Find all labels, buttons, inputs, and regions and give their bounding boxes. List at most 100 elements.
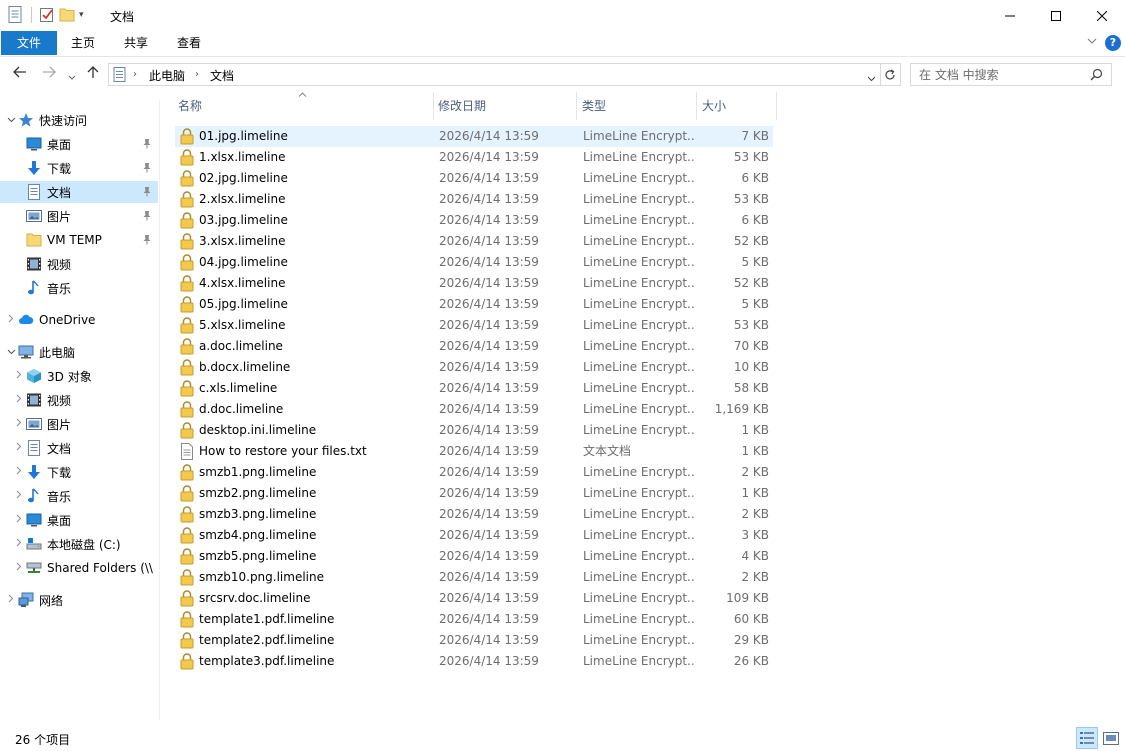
breadcrumb-documents[interactable]: 文档 xyxy=(210,67,234,84)
file-type: LimeLine Encrypt... xyxy=(583,654,695,668)
sidebar-item[interactable]: 3D 对象 xyxy=(0,365,158,387)
file-row[interactable]: c.xls.limeline 2026/4/14 13:59 LimeLine En… xyxy=(175,378,773,399)
large-icons-view-button[interactable] xyxy=(1100,727,1122,749)
collapsed-chevron-icon[interactable] xyxy=(12,442,26,454)
sidebar-item[interactable]: 文档 xyxy=(0,437,158,459)
sidebar-item[interactable]: 快速访问 xyxy=(0,109,158,131)
properties-icon[interactable] xyxy=(39,6,55,24)
sidebar-item[interactable]: 音乐 xyxy=(0,277,158,299)
file-row[interactable]: desktop.ini.limeline 2026/4/14 13:59 LimeL… xyxy=(175,420,773,441)
file-row[interactable]: a.doc.limeline 2026/4/14 13:59 LimeLine En… xyxy=(175,336,773,357)
sidebar-item[interactable]: 音乐 xyxy=(0,485,158,507)
sidebar-item[interactable]: Shared Folders (\\ xyxy=(0,557,158,579)
collapsed-chevron-icon[interactable] xyxy=(12,490,26,502)
search-box[interactable] xyxy=(910,63,1112,86)
collapsed-chevron-icon[interactable] xyxy=(12,370,26,382)
file-name: a.doc.limeline xyxy=(199,339,283,353)
collapsed-chevron-icon[interactable] xyxy=(12,538,26,550)
tab-share[interactable]: 共享 xyxy=(110,31,162,55)
column-header-date[interactable]: 修改日期 xyxy=(434,92,577,120)
search-input[interactable] xyxy=(919,65,1089,85)
forward-button[interactable] xyxy=(42,66,56,82)
recent-locations-button[interactable] xyxy=(68,69,76,85)
collapsed-chevron-icon[interactable] xyxy=(12,562,26,574)
collapsed-chevron-icon[interactable] xyxy=(12,514,26,526)
sidebar-item[interactable]: 下载 xyxy=(0,157,158,179)
file-row[interactable]: 05.jpg.limeline 2026/4/14 13:59 LimeLine E… xyxy=(175,294,773,315)
expanded-chevron-icon[interactable] xyxy=(4,347,18,358)
collapsed-chevron-icon[interactable] xyxy=(12,418,26,430)
file-row[interactable]: smzb10.png.limeline 2026/4/14 13:59 LimeLi… xyxy=(175,567,773,588)
column-header-size[interactable]: 大小 xyxy=(698,92,777,120)
search-icon[interactable] xyxy=(1090,68,1103,84)
sidebar-item-label: 下载 xyxy=(47,161,72,176)
file-row[interactable]: 5.xlsx.limeline 2026/4/14 13:59 LimeLine E… xyxy=(175,315,773,336)
new-folder-icon[interactable] xyxy=(59,6,75,24)
file-row[interactable]: smzb5.png.limeline 2026/4/14 13:59 LimeLin… xyxy=(175,546,773,567)
file-row[interactable]: 3.xlsx.limeline 2026/4/14 13:59 LimeLine E… xyxy=(175,231,773,252)
file-row[interactable]: template3.pdf.limeline 2026/4/14 13:59 Lim… xyxy=(175,651,773,672)
file-row[interactable]: 1.xlsx.limeline 2026/4/14 13:59 LimeLine E… xyxy=(175,147,773,168)
up-button[interactable] xyxy=(87,66,99,83)
expanded-chevron-icon[interactable] xyxy=(4,115,18,126)
column-header-type[interactable]: 类型 xyxy=(578,92,697,120)
lock-file-icon xyxy=(180,212,194,229)
tab-home[interactable]: 主页 xyxy=(58,31,108,55)
tab-view[interactable]: 查看 xyxy=(164,31,214,55)
details-view-button[interactable] xyxy=(1076,727,1098,749)
maximize-button[interactable] xyxy=(1033,0,1079,31)
address-dropdown-chevron-icon[interactable] xyxy=(867,71,876,85)
file-row[interactable]: smzb2.png.limeline 2026/4/14 13:59 LimeLin… xyxy=(175,483,773,504)
file-name: 04.jpg.limeline xyxy=(199,255,288,269)
sidebar-item[interactable]: 桌面 xyxy=(0,133,158,155)
help-icon[interactable]: ? xyxy=(1105,35,1121,51)
collapsed-chevron-icon[interactable] xyxy=(12,394,26,406)
sidebar-item[interactable]: 桌面 xyxy=(0,509,158,531)
file-row[interactable]: 2.xlsx.limeline 2026/4/14 13:59 LimeLine E… xyxy=(175,189,773,210)
file-type: LimeLine Encrypt... xyxy=(583,276,695,290)
file-row[interactable]: template2.pdf.limeline 2026/4/14 13:59 Lim… xyxy=(175,630,773,651)
address-bar[interactable]: › 此电脑 › 文档 xyxy=(108,63,881,86)
file-size: 1,169 KB xyxy=(714,402,769,416)
sidebar-item[interactable]: 此电脑 xyxy=(0,341,158,363)
file-row[interactable]: smzb3.png.limeline 2026/4/14 13:59 LimeLin… xyxy=(175,504,773,525)
back-button[interactable] xyxy=(13,66,27,82)
file-row[interactable]: srcsrv.doc.limeline 2026/4/14 13:59 LimeLi… xyxy=(175,588,773,609)
file-row[interactable]: 4.xlsx.limeline 2026/4/14 13:59 LimeLine E… xyxy=(175,273,773,294)
file-row[interactable]: 01.jpg.limeline 2026/4/14 13:59 LimeLine E… xyxy=(175,126,773,147)
sidebar-item[interactable]: 下载 xyxy=(0,461,158,483)
file-date: 2026/4/14 13:59 xyxy=(439,339,539,353)
file-row[interactable]: d.doc.limeline 2026/4/14 13:59 LimeLine En… xyxy=(175,399,773,420)
sidebar-item[interactable]: 图片 xyxy=(0,413,158,435)
file-row[interactable]: 02.jpg.limeline 2026/4/14 13:59 LimeLine E… xyxy=(175,168,773,189)
breadcrumb-this-pc[interactable]: 此电脑 xyxy=(149,67,185,84)
sidebar-item-label: 桌面 xyxy=(47,513,72,528)
expand-ribbon-chevron-icon[interactable] xyxy=(1087,36,1097,47)
file-row[interactable]: b.docx.limeline 2026/4/14 13:59 LimeLine E… xyxy=(175,357,773,378)
sidebar-item[interactable]: 本地磁盘 (C:) xyxy=(0,533,158,555)
sidebar-item[interactable]: 视频 xyxy=(0,389,158,411)
refresh-button[interactable] xyxy=(880,63,901,86)
file-row[interactable]: smzb4.png.limeline 2026/4/14 13:59 LimeLin… xyxy=(175,525,773,546)
sidebar-item[interactable]: 图片 xyxy=(0,205,158,227)
sidebar-item[interactable]: OneDrive xyxy=(0,309,158,331)
picture-icon xyxy=(26,416,42,432)
tab-file[interactable]: 文件 xyxy=(1,31,57,55)
sidebar-item[interactable]: 文档 xyxy=(0,181,158,203)
collapsed-chevron-icon[interactable] xyxy=(4,314,18,326)
file-name: b.docx.limeline xyxy=(199,360,291,374)
minimize-button[interactable] xyxy=(987,0,1033,31)
sidebar-item[interactable]: VM TEMP xyxy=(0,229,158,251)
file-row[interactable]: smzb1.png.limeline 2026/4/14 13:59 LimeLin… xyxy=(175,462,773,483)
collapsed-chevron-icon[interactable] xyxy=(12,466,26,478)
file-row[interactable]: 03.jpg.limeline 2026/4/14 13:59 LimeLine E… xyxy=(175,210,773,231)
sidebar-item[interactable]: 视频 xyxy=(0,253,158,275)
close-button[interactable] xyxy=(1079,0,1125,31)
customize-toolbar-icon[interactable]: ▾ xyxy=(79,10,84,20)
file-row[interactable]: How to restore your files.txt 2026/4/14 1… xyxy=(175,441,773,462)
lock-file-icon xyxy=(180,170,194,187)
sidebar-item[interactable]: 网络 xyxy=(0,589,158,611)
collapsed-chevron-icon[interactable] xyxy=(4,594,18,606)
file-row[interactable]: 04.jpg.limeline 2026/4/14 13:59 LimeLine E… xyxy=(175,252,773,273)
file-row[interactable]: template1.pdf.limeline 2026/4/14 13:59 Lim… xyxy=(175,609,773,630)
